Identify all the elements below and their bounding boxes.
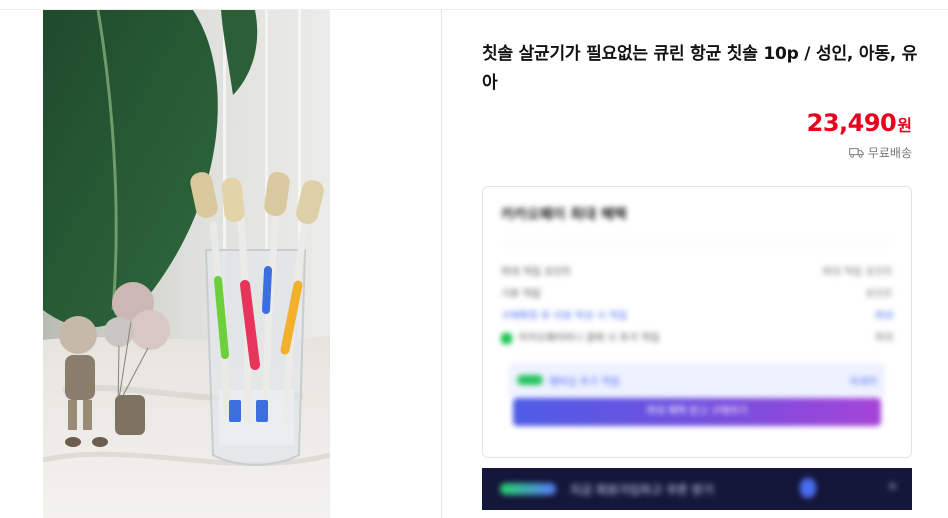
product-photo-illustration xyxy=(43,10,330,518)
benefit-row-value: 최대 xyxy=(874,311,893,322)
benefit-card-divider xyxy=(501,243,893,244)
benefit-card[interactable]: 카카오페이 최대 혜택 최대 적립 포인트 최대 적립 포인트 기본 적립 포인… xyxy=(482,186,912,458)
product-image[interactable] xyxy=(43,10,330,518)
benefit-row-label: 최대 적립 포인트 xyxy=(501,267,572,278)
banner-text: 지금 회원가입하고 쿠폰 받기 xyxy=(570,483,714,497)
benefit-row: 기본 적립 포인트 xyxy=(501,285,893,300)
benefit-cta-button[interactable]: 최대 혜택 받고 구매하기 xyxy=(513,398,881,426)
truck-icon xyxy=(848,147,864,158)
benefit-row-label: 기본 적립 xyxy=(501,289,541,300)
benefit-row-value: 포인트 xyxy=(865,289,893,300)
banner-character-icon xyxy=(800,478,816,498)
membership-hint-link[interactable]: 자세히 xyxy=(849,373,877,388)
green-dot-icon xyxy=(501,332,512,344)
banner-badge-icon xyxy=(500,483,556,495)
membership-badge-icon xyxy=(517,375,543,385)
benefit-row-label: 카카오페이머니 결제 시 추가 적립 xyxy=(518,333,660,344)
benefit-row-value: 최대 적립 포인트 xyxy=(822,267,893,278)
benefit-row[interactable]: 구매확정 후 리뷰 작성 시 적립 최대 xyxy=(501,307,893,322)
column-divider xyxy=(441,10,442,518)
benefit-row-label: 구매확정 후 리뷰 작성 시 적립 xyxy=(501,311,628,322)
benefit-row: 최대 적립 포인트 최대 적립 포인트 xyxy=(501,263,893,278)
product-title: 칫솔 살균기가 필요없는 큐린 항균 칫솔 10p / 성인, 아동, 유아 xyxy=(482,44,918,93)
benefit-row-value: 최대 xyxy=(874,333,893,344)
shipping-info: 무료배송 xyxy=(848,144,912,161)
benefit-card-title: 카카오페이 최대 혜택 xyxy=(501,207,627,223)
price-amount: 23,490 xyxy=(806,109,897,137)
membership-hint-text: 멤버십 추가 적립 xyxy=(549,377,620,388)
benefit-row: 카카오페이머니 결제 시 추가 적립 최대 xyxy=(501,329,893,344)
close-icon[interactable]: ✕ xyxy=(887,480,898,495)
shipping-label: 무료배송 xyxy=(867,146,912,160)
membership-hint[interactable]: 멤버십 추가 적립 자세히 xyxy=(509,363,885,397)
price-currency: 원 xyxy=(897,116,912,135)
price: 23,490 원 xyxy=(807,109,912,137)
promo-banner[interactable]: 지금 회원가입하고 쿠폰 받기 ✕ xyxy=(482,468,912,510)
